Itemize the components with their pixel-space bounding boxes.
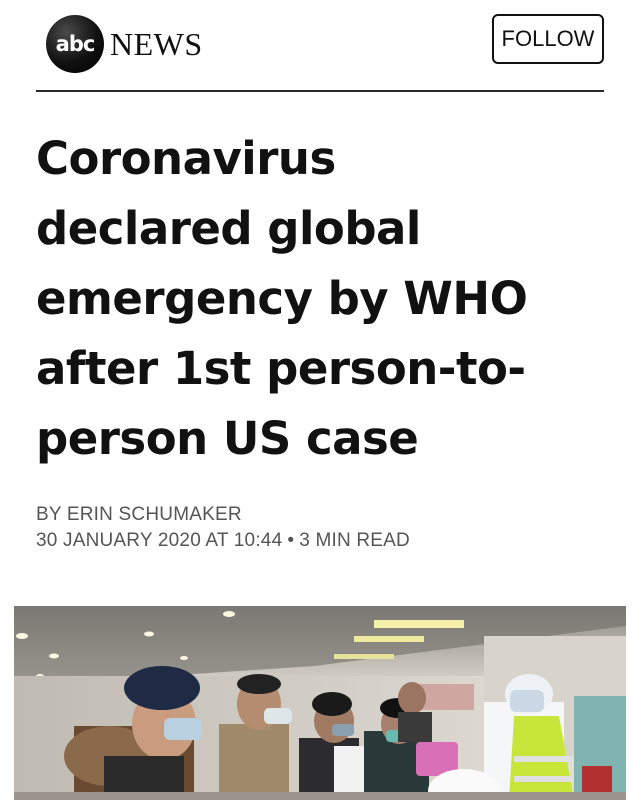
article-headline: Coronavirus declared global emergency by… (36, 124, 616, 474)
read-time: 3 MIN READ (299, 530, 410, 551)
follow-button[interactable]: FOLLOW (492, 14, 604, 64)
headline-line: emergency by WHO (36, 272, 528, 325)
headline-line: declared global (36, 202, 421, 255)
author-byline: BY ERIN SCHUMAKER (36, 504, 242, 525)
headline-line: person US case (36, 412, 419, 465)
publish-date: 30 JANUARY 2020 AT 10:44 (36, 530, 283, 551)
headline-line: Coronavirus (36, 132, 336, 185)
article-meta: 30 JANUARY 2020 AT 10:44 • 3 MIN READ (36, 530, 410, 552)
abc-news-logo[interactable]: abc NEWS (46, 15, 203, 73)
logo-news-text: NEWS (110, 25, 203, 62)
site-header: abc NEWS FOLLOW (36, 8, 604, 92)
article-hero-image[interactable] (14, 606, 626, 800)
headline-line: after 1st person-to- (36, 342, 526, 395)
hero-photo-illustration (14, 606, 626, 800)
meta-separator: • (287, 530, 295, 551)
abc-logo-mark: abc (46, 15, 104, 73)
